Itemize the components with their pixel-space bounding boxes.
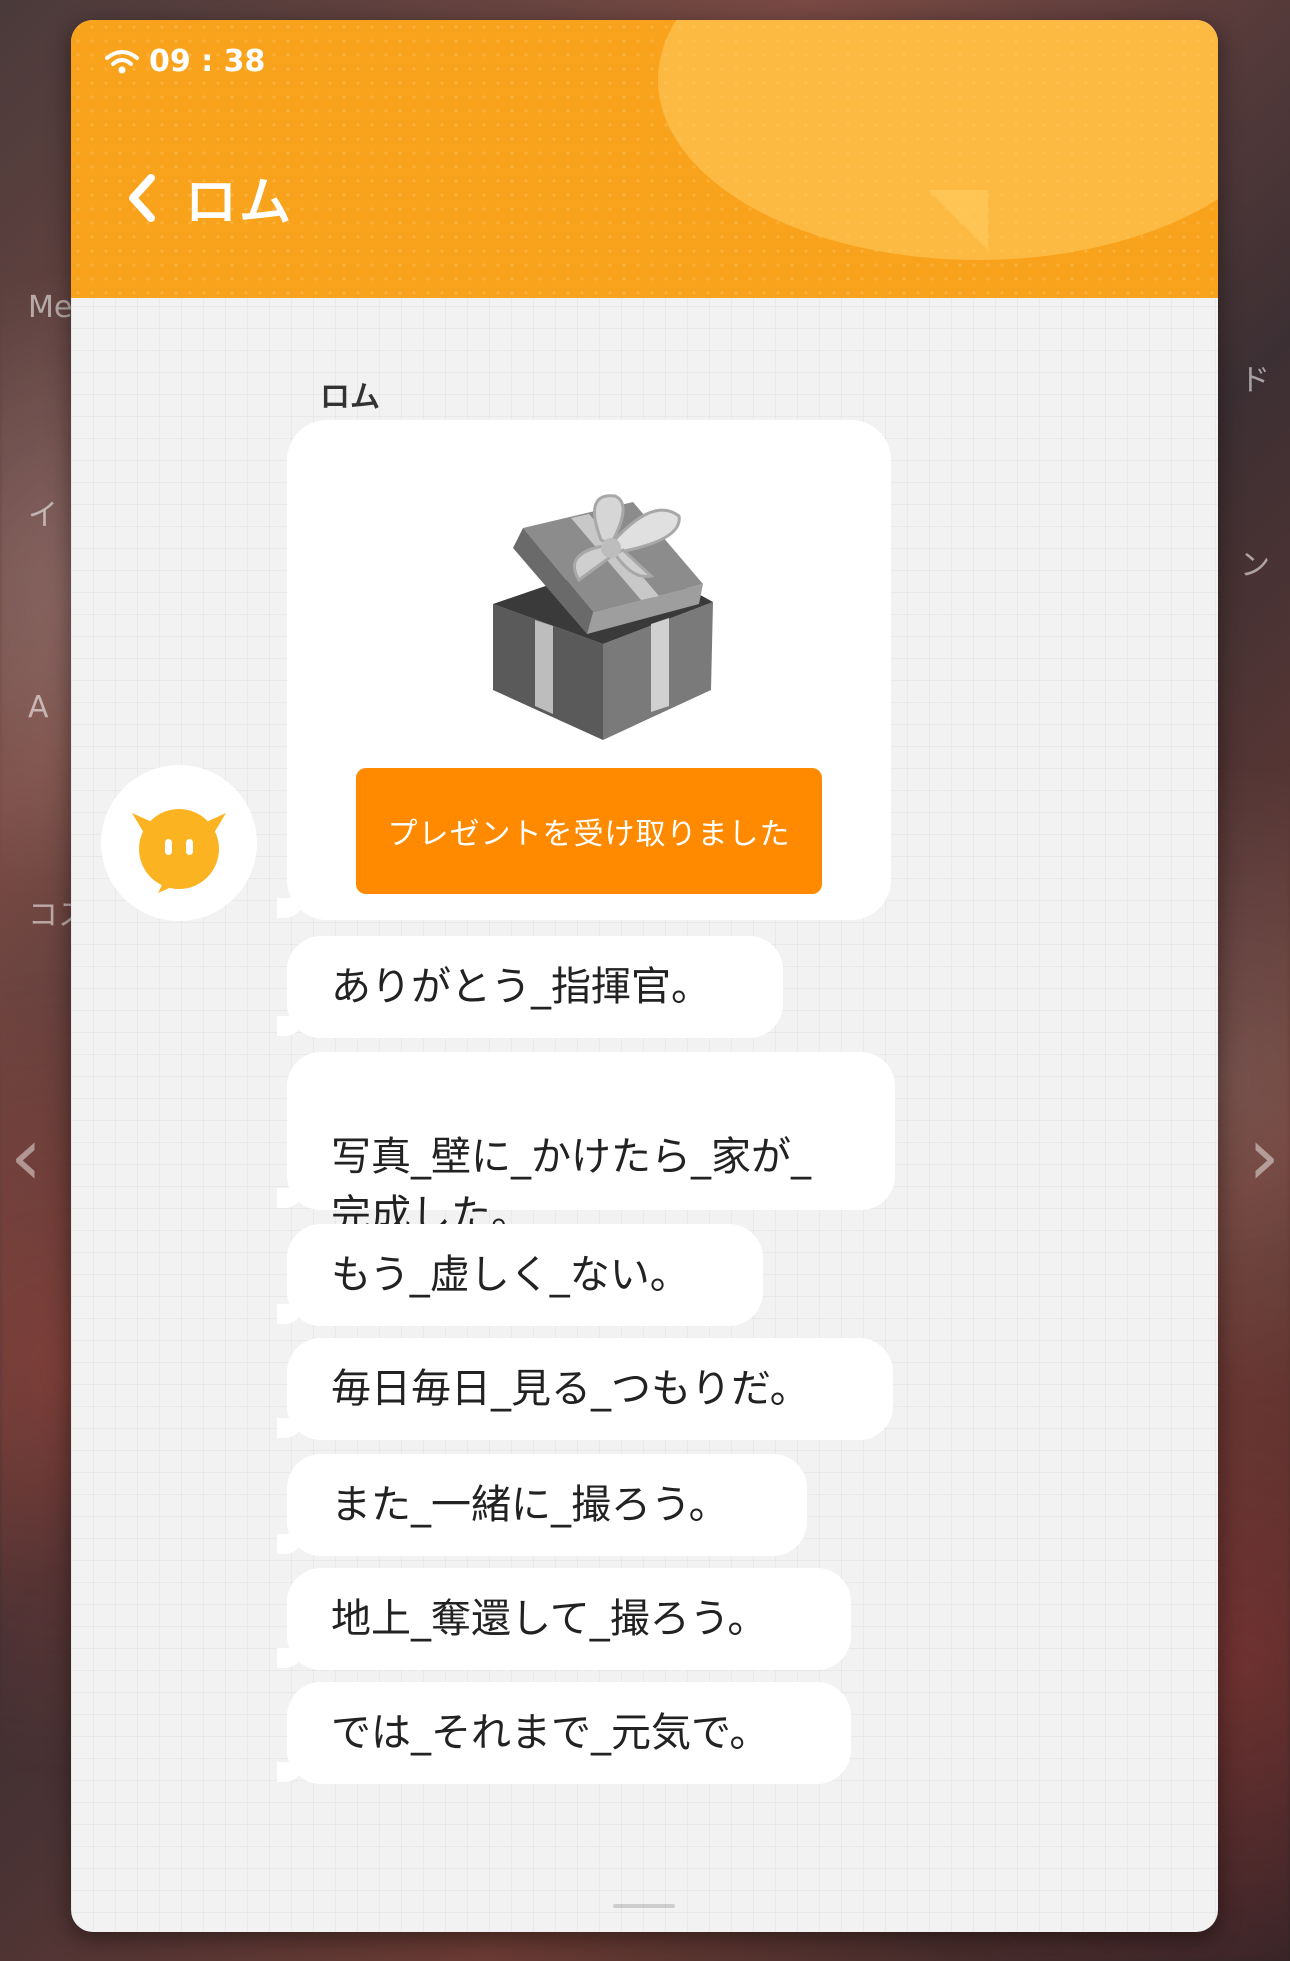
background-label: イ (28, 498, 58, 533)
avatar (101, 765, 257, 921)
home-indicator (613, 1904, 675, 1908)
background-prev-arrow-icon: ‹ (10, 1110, 42, 1203)
status-time: 09 : 38 (149, 44, 266, 79)
chat-header: 09 : 38 ロム (71, 20, 1218, 298)
message-text: 地上_奪還して_撮ろう。 (331, 1596, 768, 1642)
chat-bubble: では_それまで_元気で。 (277, 1682, 851, 1784)
chat-bubble: 毎日毎日_見る_つもりだ。 (277, 1338, 893, 1440)
header-decoration (928, 190, 988, 250)
chat-bubble: 写真_壁に_かけたら_家が_ 完成した。 (277, 1052, 895, 1238)
background-label: A (28, 690, 49, 725)
chat-bubble: また_一緒に_撮ろう。 (277, 1454, 807, 1556)
gift-message-bubble: プレゼントを受け取りました (277, 420, 891, 920)
chat-title: ロム (185, 173, 294, 233)
back-icon[interactable] (123, 170, 159, 226)
message-text: もう_虚しく_ない。 (331, 1252, 690, 1298)
gift-box-icon (493, 494, 713, 740)
background-label: Me (28, 290, 73, 325)
chat-bubble: もう_虚しく_ない。 (277, 1224, 763, 1326)
status-bar: 09 : 38 (105, 44, 265, 79)
background-label: ド (1240, 363, 1270, 398)
message-text: ありがとう_指揮官。 (331, 964, 711, 1010)
message-text: では_それまで_元気で。 (331, 1710, 770, 1756)
wifi-icon (105, 49, 139, 73)
title-row: ロム (123, 160, 293, 235)
chat-bubble: 地上_奪還して_撮ろう。 (277, 1568, 851, 1670)
gift-received-button[interactable]: プレゼントを受け取りました (356, 768, 822, 894)
sender-name: ロム (320, 380, 380, 415)
chat-bubble: ありがとう_指揮官。 (277, 936, 783, 1038)
background-next-arrow-icon: › (1248, 1110, 1280, 1203)
message-text: 写真_壁に_かけたら_家が_ 完成した。 (331, 1134, 811, 1238)
background-label: ン (1240, 548, 1270, 583)
message-text: 毎日毎日_見る_つもりだ。 (331, 1366, 810, 1412)
messenger-panel: 09 : 38 ロム ロム プレゼントを受け取りました ありがとう_指揮官。 写… (71, 20, 1218, 1932)
message-text: また_一緒に_撮ろう。 (331, 1482, 729, 1528)
avatar-face-icon (132, 809, 226, 893)
